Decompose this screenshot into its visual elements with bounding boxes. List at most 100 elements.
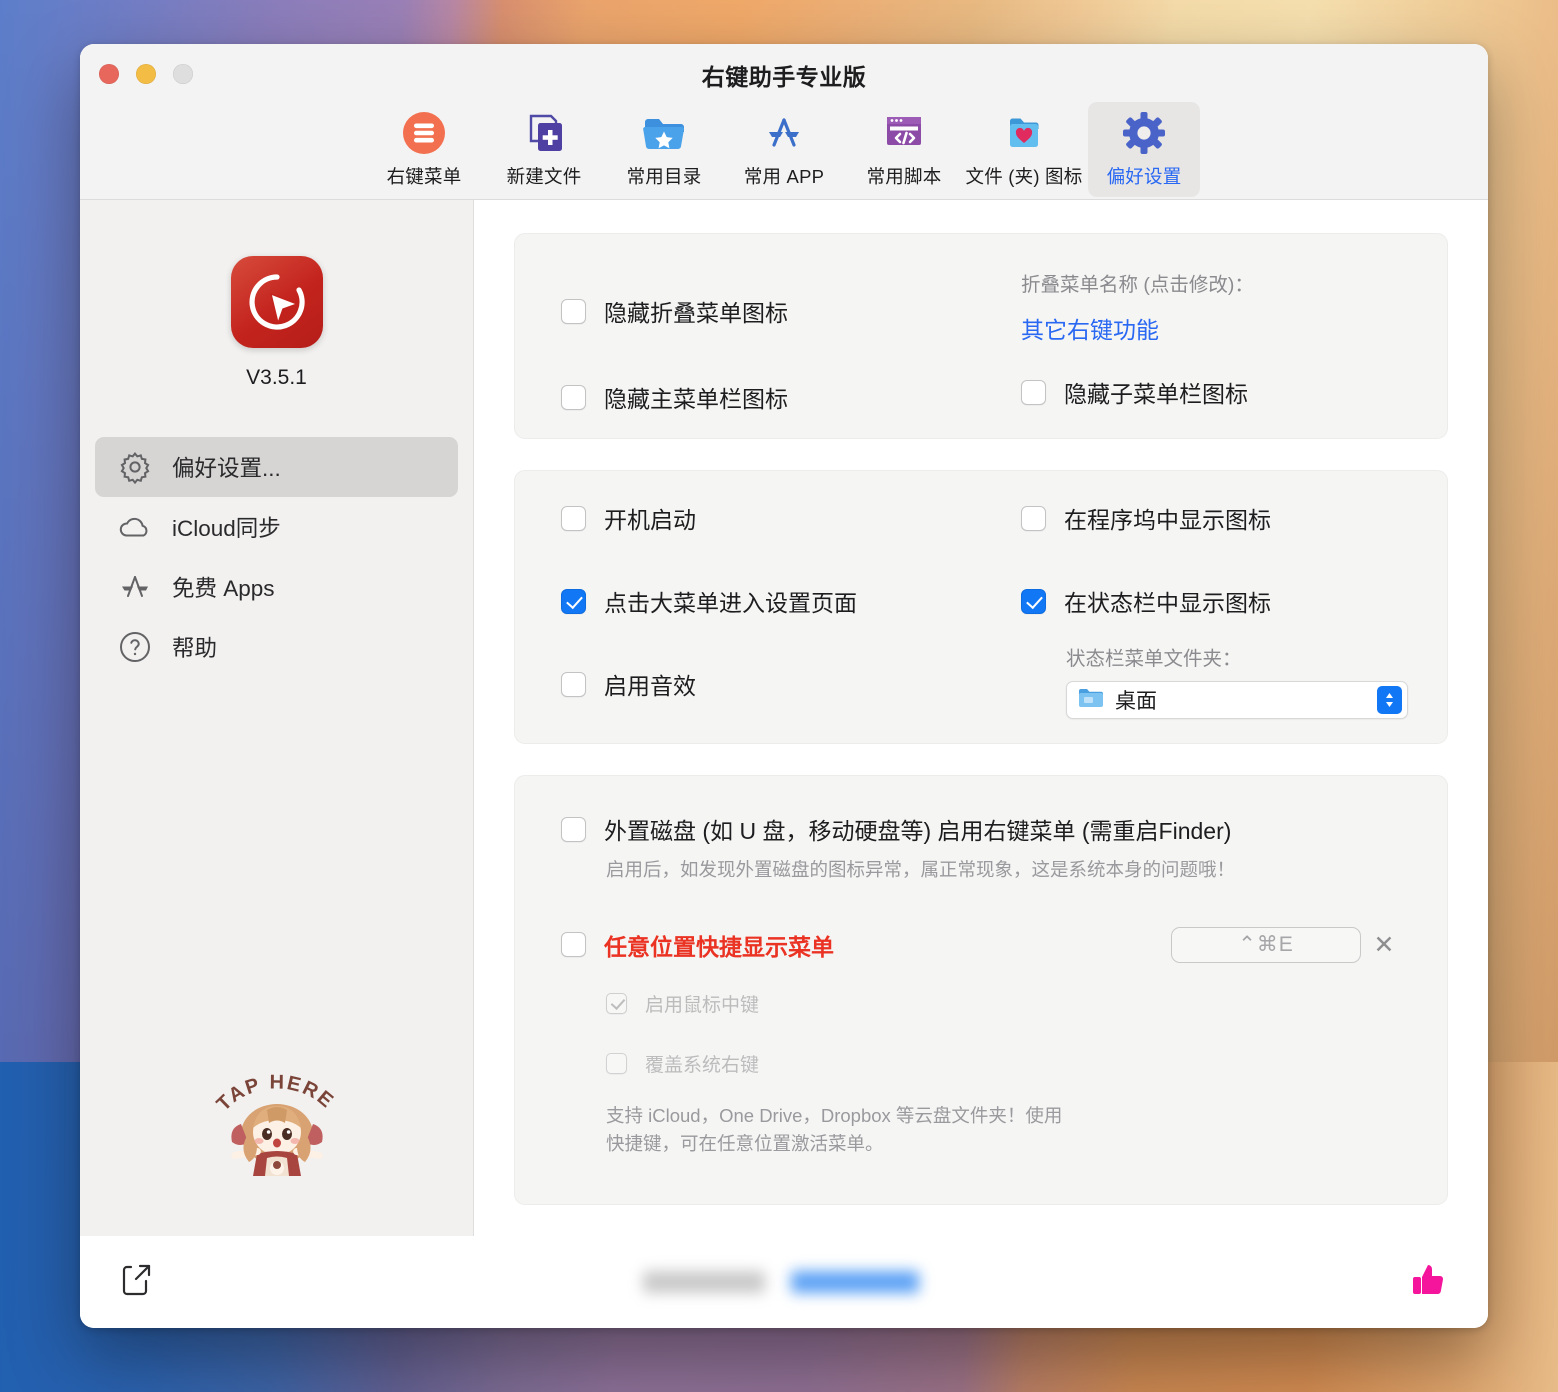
big-menu-opens-settings-checkbox[interactable]	[561, 588, 586, 614]
cursor-logo-icon	[230, 256, 323, 348]
enable-sound-checkbox[interactable]	[561, 671, 586, 697]
hide-main-menu-icon-label: 隐藏主菜单栏图标	[604, 386, 788, 412]
enable-sound-label: 启用音效	[604, 673, 696, 699]
external-disk-checkbox[interactable]	[561, 816, 586, 842]
external-disk-row[interactable]: 外置磁盘 (如 U 盘，移动硬盘等) 启用右键菜单 (需重启Finder)	[561, 812, 1401, 846]
external-disk-hint: 启用后，如发现外置磁盘的图标异常，属正常现象，这是系统本身的问题哦！	[606, 859, 1236, 880]
show-in-status-bar-checkbox[interactable]	[1021, 588, 1046, 614]
hamburger-circle-icon	[401, 110, 447, 156]
close-button[interactable]	[99, 64, 119, 84]
share-export-icon[interactable]	[120, 1261, 154, 1304]
clear-shortcut-button[interactable]: ✕	[1367, 928, 1401, 962]
hide-sub-menu-icon-checkbox[interactable]	[1021, 379, 1046, 405]
shortcut-input[interactable]: ⌃⌘E	[1171, 926, 1361, 963]
advanced-settings-card: 外置磁盘 (如 U 盘，移动硬盘等) 启用右键菜单 (需重启Finder) 启用…	[514, 775, 1448, 1205]
override-system-right-click-label: 覆盖系统右键	[645, 1054, 760, 1076]
sidebar-item-label: 帮助	[172, 636, 218, 661]
toolbar-item-label: 常用 APP	[743, 166, 825, 187]
sidebar: V3.5.1 偏好设置... iCloud同步 免费 Apps 帮助 TAP H…	[80, 200, 474, 1236]
minimize-button[interactable]	[136, 64, 156, 84]
main-toolbar: 右键菜单 新建文件 常用目录 常用 APP 常用脚本 文件 (夹) 图标 偏好设…	[80, 102, 1488, 197]
show-in-dock-checkbox[interactable]	[1021, 505, 1046, 531]
chevron-updown-icon[interactable]	[1377, 686, 1402, 714]
toolbar-item-label: 新建文件	[506, 166, 582, 187]
toolbar-item-favorite-folders[interactable]: 常用目录	[608, 102, 720, 197]
toolbar-item-right-click-menu[interactable]: 右键菜单	[368, 102, 480, 197]
hide-sub-menu-icon-label: 隐藏子菜单栏图标	[1064, 381, 1248, 407]
show-in-status-bar-row[interactable]: 在状态栏中显示图标	[1021, 584, 1408, 618]
question-circle-icon	[116, 629, 153, 666]
app-store-icon	[761, 110, 807, 156]
enable-middle-click-row[interactable]: 启用鼠标中键	[606, 990, 1401, 1017]
folder-heart-icon	[1001, 110, 1047, 156]
status-bar-folder-label: 状态栏菜单文件夹：	[1066, 648, 1242, 670]
external-disk-label: 外置磁盘 (如 U 盘，移动硬盘等) 启用右键菜单 (需重启Finder)	[604, 818, 1232, 844]
gear-icon	[116, 449, 153, 486]
toolbar-item-preferences[interactable]: 偏好设置	[1088, 102, 1200, 197]
anywhere-shortcut-checkbox[interactable]	[561, 932, 586, 958]
toolbar-item-label: 偏好设置	[1106, 166, 1182, 187]
menu-icon-settings-card: 隐藏折叠菜单图标 隐藏主菜单栏图标 折叠菜单名称 (点击修改)： 其它右键功能	[514, 233, 1448, 439]
sidebar-item-label: 偏好设置...	[172, 456, 281, 481]
new-file-plus-icon	[521, 110, 567, 156]
collapse-menu-name-value[interactable]: 其它右键功能	[1021, 311, 1401, 345]
cloud-hint-line-2: 快捷键，可在任意位置激活菜单。	[606, 1132, 884, 1154]
sidebar-item-help[interactable]: 帮助	[95, 617, 458, 677]
sidebar-item-label: iCloud同步	[172, 516, 281, 541]
window-title: 右键助手专业版	[701, 64, 867, 90]
main-content: 隐藏折叠菜单图标 隐藏主菜单栏图标 折叠菜单名称 (点击修改)： 其它右键功能	[474, 200, 1488, 1236]
hide-main-menu-icon-checkbox[interactable]	[561, 384, 586, 410]
redacted-text-blue	[791, 1271, 919, 1293]
enable-middle-click-label: 启用鼠标中键	[645, 994, 760, 1016]
traffic-light-controls	[99, 64, 193, 84]
script-code-window-icon	[881, 110, 927, 156]
status-bar-folder-select[interactable]: 桌面	[1066, 681, 1408, 719]
toolbar-item-favorite-apps[interactable]: 常用 APP	[728, 102, 840, 197]
toolbar-item-label: 常用目录	[626, 166, 702, 187]
general-settings-card: 开机启动 点击大菜单进入设置页面 启用音效 在程序坞中显示图标 在状态栏中显示图…	[514, 470, 1448, 744]
toolbar-item-label: 右键菜单	[386, 166, 462, 187]
hide-sub-menu-icon-row[interactable]: 隐藏子菜单栏图标	[1021, 375, 1401, 409]
enable-sound-row[interactable]: 启用音效	[561, 667, 1021, 701]
override-system-right-click-row[interactable]: 覆盖系统右键	[606, 1050, 1401, 1077]
hide-collapse-menu-icon-checkbox[interactable]	[561, 298, 586, 324]
window-body: V3.5.1 偏好设置... iCloud同步 免费 Apps 帮助 TAP H…	[80, 200, 1488, 1236]
big-menu-opens-settings-row[interactable]: 点击大菜单进入设置页面	[561, 584, 1021, 618]
toolbar-item-file-folder-icon[interactable]: 文件 (夹) 图标	[966, 102, 1082, 197]
hide-collapse-menu-icon-label: 隐藏折叠菜单图标	[604, 300, 788, 326]
status-bar-folder-value: 桌面	[1115, 690, 1157, 713]
sidebar-item-label: 免费 Apps	[172, 576, 275, 601]
show-in-status-bar-label: 在状态栏中显示图标	[1064, 590, 1271, 616]
hide-main-menu-icon-row[interactable]: 隐藏主菜单栏图标	[561, 380, 1021, 414]
toolbar-item-new-file[interactable]: 新建文件	[488, 102, 600, 197]
enable-middle-click-checkbox[interactable]	[606, 992, 627, 1014]
redacted-footer-text	[643, 1271, 919, 1293]
launch-at-login-checkbox[interactable]	[561, 505, 586, 531]
show-in-dock-row[interactable]: 在程序坞中显示图标	[1021, 501, 1408, 535]
anywhere-shortcut-row[interactable]: 任意位置快捷显示菜单	[561, 928, 834, 962]
sidebar-item-preferences[interactable]: 偏好设置...	[95, 437, 458, 497]
collapse-menu-name-label: 折叠菜单名称 (点击修改)：	[1021, 274, 1254, 296]
folder-icon	[1078, 687, 1104, 714]
folder-star-icon	[641, 110, 687, 156]
toolbar-item-label: 常用脚本	[866, 166, 942, 187]
anywhere-shortcut-label: 任意位置快捷显示菜单	[604, 933, 834, 960]
override-system-right-click-checkbox[interactable]	[606, 1052, 627, 1074]
big-menu-opens-settings-label: 点击大菜单进入设置页面	[604, 590, 857, 616]
gear-icon	[1121, 110, 1167, 156]
launch-at-login-row[interactable]: 开机启动	[561, 501, 1021, 535]
sidebar-item-free-apps[interactable]: 免费 Apps	[95, 557, 458, 617]
app-version: V3.5.1	[246, 366, 307, 389]
show-in-dock-label: 在程序坞中显示图标	[1064, 507, 1271, 533]
toolbar-item-favorite-scripts[interactable]: 常用脚本	[848, 102, 960, 197]
window-titlebar: 右键助手专业版 右键菜单 新建文件 常用目录 常用 APP 常用脚本 文件 (夹…	[80, 44, 1488, 200]
window-footer	[80, 1236, 1488, 1328]
sidebar-item-icloud-sync[interactable]: iCloud同步	[95, 497, 458, 557]
tap-here-mascot[interactable]: TAP HERE	[197, 1050, 357, 1181]
cloud-hint-line-1: 支持 iCloud，One Drive，Dropbox 等云盘文件夹！使用	[606, 1104, 1063, 1126]
cloud-icon	[116, 509, 153, 546]
thumbs-up-icon[interactable]	[1408, 1260, 1448, 1305]
sidebar-nav: 偏好设置... iCloud同步 免费 Apps 帮助	[80, 437, 473, 677]
hide-collapse-menu-icon-row[interactable]: 隐藏折叠菜单图标	[561, 294, 1021, 328]
zoom-button[interactable]	[173, 64, 193, 84]
